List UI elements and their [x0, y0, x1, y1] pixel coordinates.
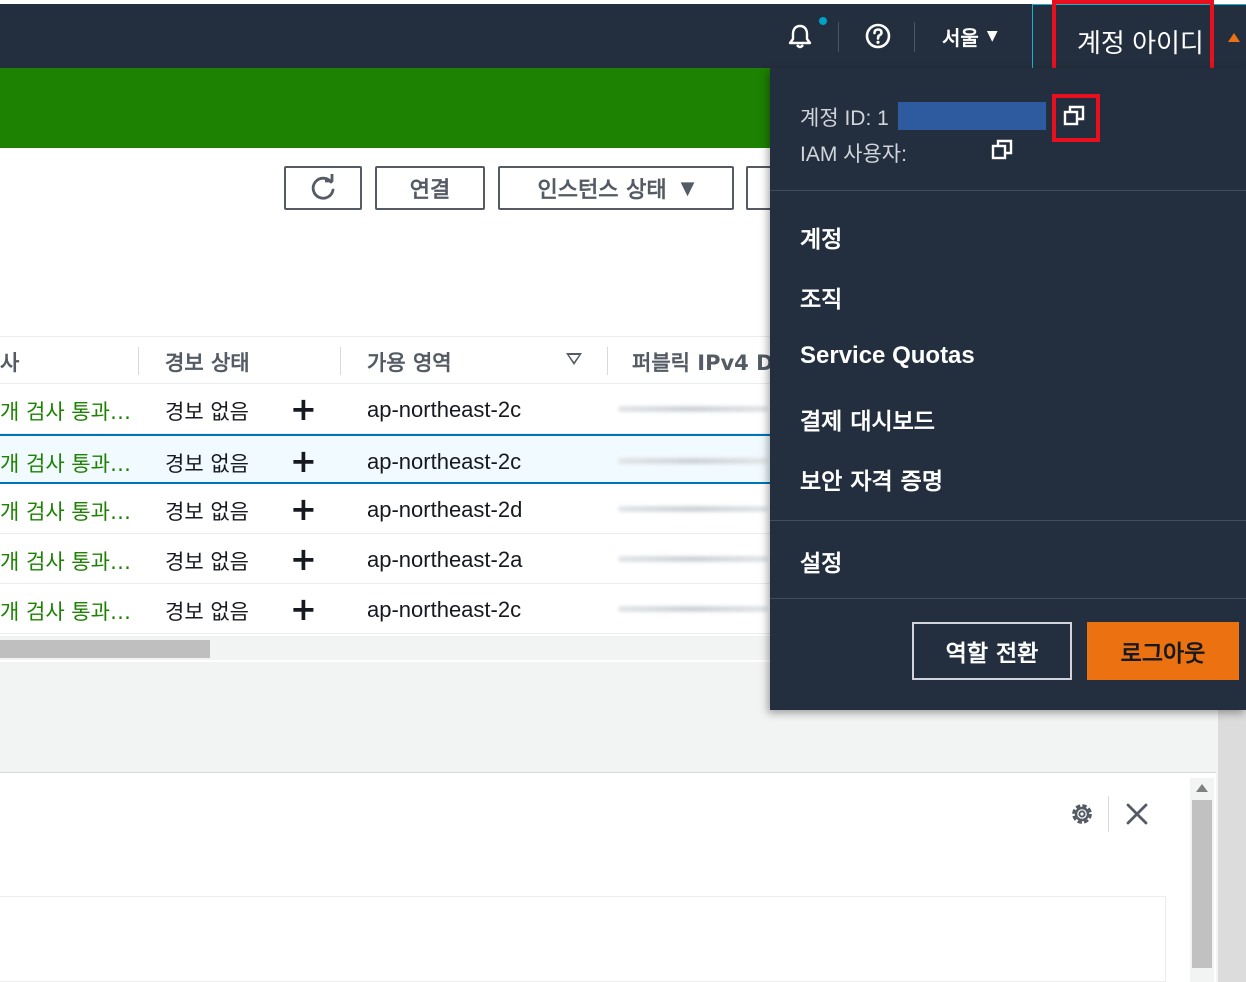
table-row-selected[interactable]: 개 검사 통과… 경보 없음 + ap-northeast-2c [0, 434, 770, 484]
menu-divider [770, 190, 1246, 191]
instance-state-dropdown[interactable]: 인스턴스 상태 ▼ [498, 166, 734, 210]
availability-zone-cell: ap-northeast-2a [367, 547, 523, 572]
menu-item-organization[interactable]: 조직 [800, 280, 842, 314]
column-header-public-ipv4-dns[interactable]: 퍼블릭 IPv4 D [632, 347, 774, 377]
iam-user-label: IAM 사용자: [800, 143, 907, 166]
account-dropdown-menu: 계정 ID: 1 IAM 사용자: 계정 조직 Service Quotas 결… [770, 68, 1246, 710]
instance-state-label: 인스턴스 상태 [537, 178, 667, 203]
close-icon [1126, 803, 1148, 825]
availability-zone-cell: ap-northeast-2c [367, 597, 522, 622]
preferences-button[interactable] [1066, 798, 1098, 830]
menu-item-service-quotas[interactable]: Service Quotas [800, 342, 975, 370]
detail-vertical-scrollbar-thumb[interactable] [1192, 800, 1212, 968]
refresh-button[interactable] [284, 166, 362, 210]
switch-role-button[interactable]: 역할 전환 [912, 622, 1072, 680]
account-id-redacted [898, 102, 1046, 130]
column-divider [138, 347, 139, 375]
success-flash-bar [0, 68, 770, 148]
status-check-cell: 개 검사 통과… [0, 600, 131, 624]
alarm-status-cell: 경보 없음 [165, 400, 249, 424]
account-id-label: 계정 ID: 1 [800, 107, 889, 130]
switch-role-label: 역할 전환 [945, 641, 1039, 667]
status-check-cell: 개 검사 통과… [0, 550, 131, 574]
connect-button[interactable]: 연결 [375, 166, 485, 210]
column-divider [607, 347, 608, 375]
highlight-box-copy [1052, 94, 1100, 142]
public-dns-redacted [618, 506, 768, 512]
status-check-cell: 개 검사 통과… [0, 400, 131, 424]
caret-down-icon: ▼ [680, 177, 695, 199]
copy-iam-user-icon[interactable] [990, 138, 1014, 162]
menu-item-account[interactable]: 계정 [800, 220, 842, 254]
column-header-availability-zone[interactable]: 가용 영역 [367, 347, 452, 377]
add-alarm-button[interactable]: + [290, 540, 317, 578]
nav-divider [914, 22, 915, 52]
status-check-cell: 개 검사 통과… [0, 452, 131, 476]
caret-up-icon [1228, 33, 1240, 42]
detail-divider [1108, 796, 1109, 832]
add-alarm-button[interactable]: + [290, 390, 317, 428]
table-row[interactable]: 개 검사 통과… 경보 없음 + ap-northeast-2c [0, 384, 770, 434]
alarm-status-cell: 경보 없음 [165, 452, 249, 476]
table-header: 사 경보 상태 가용 영역 퍼블릭 IPv4 D [0, 336, 774, 384]
add-alarm-button[interactable]: + [290, 590, 317, 628]
page-scrollbar[interactable] [1218, 700, 1246, 982]
horizontal-scrollbar-thumb[interactable] [0, 640, 210, 658]
region-label: 서울 [942, 25, 979, 50]
column-header-status-check[interactable]: 사 [0, 347, 19, 377]
availability-zone-cell: ap-northeast-2d [367, 497, 523, 522]
logout-button[interactable]: 로그아웃 [1087, 622, 1239, 680]
region-selector[interactable]: 서울 ▼ [942, 4, 998, 68]
menu-item-security-credentials[interactable]: 보안 자격 증명 [800, 462, 943, 496]
refresh-icon [311, 174, 335, 200]
public-dns-redacted [618, 458, 768, 464]
table-row[interactable]: 개 검사 통과… 경보 없음 + ap-northeast-2d [0, 484, 770, 534]
nav-divider [838, 22, 839, 52]
detail-content-box [0, 896, 1166, 982]
help-icon [865, 23, 891, 49]
menu-divider [770, 520, 1246, 521]
connect-label: 연결 [409, 178, 451, 203]
public-dns-redacted [618, 556, 768, 562]
bell-icon [788, 24, 812, 49]
scroll-up-icon[interactable] [1196, 784, 1208, 792]
availability-zone-cell: ap-northeast-2c [367, 397, 522, 422]
caret-down-icon: ▼ [986, 28, 998, 44]
column-header-alarm-status[interactable]: 경보 상태 [165, 347, 250, 377]
alarm-status-cell: 경보 없음 [165, 600, 249, 624]
alarm-status-cell: 경보 없음 [165, 500, 249, 524]
column-divider [340, 347, 341, 375]
menu-divider [770, 598, 1246, 599]
notifications-button[interactable] [780, 4, 820, 68]
help-button[interactable] [860, 4, 896, 68]
gear-icon [1072, 804, 1092, 824]
alarm-status-cell: 경보 없음 [165, 550, 249, 574]
status-check-cell: 개 검사 통과… [0, 500, 131, 524]
add-alarm-button[interactable]: + [290, 442, 317, 480]
close-panel-button[interactable] [1120, 796, 1154, 832]
menu-item-billing-dashboard[interactable]: 결제 대시보드 [800, 402, 935, 436]
table-row[interactable]: 개 검사 통과… 경보 없음 + ap-northeast-2c [0, 584, 770, 634]
sort-icon[interactable] [566, 353, 582, 365]
table-row[interactable]: 개 검사 통과… 경보 없음 + ap-northeast-2a [0, 534, 770, 584]
public-dns-redacted [618, 606, 768, 612]
add-alarm-button[interactable]: + [290, 490, 317, 528]
notification-dot [819, 17, 827, 25]
availability-zone-cell: ap-northeast-2c [367, 449, 522, 474]
logout-label: 로그아웃 [1120, 641, 1206, 667]
menu-item-settings[interactable]: 설정 [800, 544, 842, 578]
public-dns-redacted [618, 406, 768, 412]
